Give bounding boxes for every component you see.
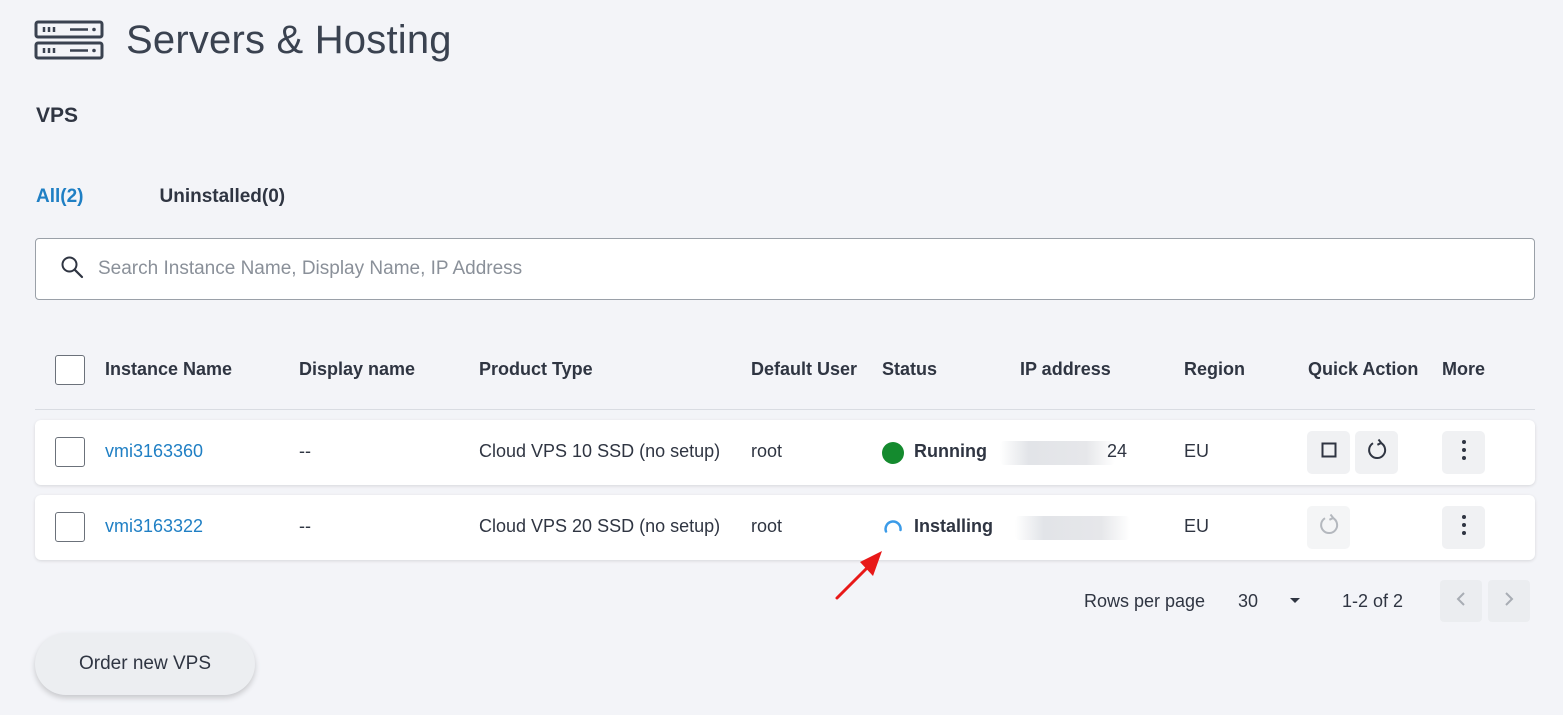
rows-per-page-label: Rows per page (1084, 591, 1206, 611)
page-header: Servers & Hosting (34, 14, 452, 66)
col-default-user[interactable]: Default User (751, 359, 857, 380)
instance-name-link[interactable]: vmi3163360 (105, 441, 203, 462)
more-vertical-icon (1461, 514, 1467, 541)
caret-down-icon (1290, 598, 1300, 603)
rows-per-page-value: 30 (1238, 590, 1259, 611)
search-box (35, 238, 1535, 300)
col-more: More (1442, 359, 1486, 379)
col-product-type[interactable]: Product Type (479, 359, 593, 380)
col-ip-address[interactable]: IP address (1020, 359, 1111, 380)
product-type: Cloud VPS 10 SSD (no setup) (479, 441, 721, 461)
search-input[interactable] (98, 258, 1534, 280)
vps-page: Servers & Hosting VPS All(2) Uninstalled… (0, 0, 1563, 715)
prev-page-button[interactable] (1440, 580, 1482, 622)
row-checkbox[interactable] (55, 437, 85, 467)
next-page-button[interactable] (1488, 580, 1530, 622)
restart-icon (1317, 513, 1341, 542)
table-row: vmi3163360 -- Cloud VPS 10 SSD (no setup… (35, 420, 1535, 485)
restart-icon (1365, 438, 1389, 467)
select-all-checkbox[interactable] (55, 355, 85, 385)
status-running-icon (882, 442, 904, 464)
stop-button[interactable] (1307, 431, 1350, 474)
ip-address-suffix: 24 (1107, 441, 1128, 461)
table-row: vmi3163322 -- Cloud VPS 20 SSD (no setup… (35, 495, 1535, 560)
chevron-right-icon (1503, 591, 1515, 612)
ip-address-redacted (1015, 516, 1130, 540)
display-name: -- (299, 441, 311, 461)
col-region[interactable]: Region (1184, 359, 1245, 380)
region: EU (1184, 441, 1210, 461)
tab-uninstalled[interactable]: Uninstalled(0) (160, 186, 286, 208)
search-icon (60, 255, 84, 284)
status-badge: Running (914, 441, 987, 461)
annotation-arrow-icon (830, 545, 890, 610)
pagination-range: 1-2 of 2 (1342, 591, 1404, 611)
col-status[interactable]: Status (882, 359, 937, 380)
more-menu-button[interactable] (1442, 431, 1485, 474)
default-user: root (751, 441, 783, 461)
region: EU (1184, 516, 1210, 536)
ip-address-redacted (1000, 441, 1115, 465)
restart-button-disabled (1307, 506, 1350, 549)
server-rack-icon (34, 20, 104, 60)
default-user: root (751, 516, 783, 536)
tab-all[interactable]: All(2) (36, 186, 84, 208)
more-menu-button[interactable] (1442, 506, 1485, 549)
tab-bar: All(2) Uninstalled(0) (36, 186, 285, 208)
order-new-vps-button[interactable]: Order new VPS (35, 633, 255, 695)
status-badge: Installing (914, 516, 994, 536)
installing-spinner-icon (882, 517, 904, 539)
section-title: VPS (36, 104, 79, 127)
col-quick-action: Quick Action (1308, 359, 1419, 379)
page-title: Servers & Hosting (126, 17, 452, 62)
more-vertical-icon (1461, 439, 1467, 466)
col-instance-name[interactable]: Instance Name (105, 359, 232, 380)
col-display-name[interactable]: Display name (299, 359, 415, 380)
stop-icon (1321, 442, 1337, 463)
instance-name-link[interactable]: vmi3163322 (105, 516, 203, 537)
table-header: Instance Name Display name Product Type … (35, 340, 1535, 410)
chevron-left-icon (1455, 591, 1467, 612)
display-name: -- (299, 516, 311, 536)
rows-per-page-select[interactable]: 30 (1238, 587, 1308, 615)
row-checkbox[interactable] (55, 512, 85, 542)
restart-button[interactable] (1355, 431, 1398, 474)
product-type: Cloud VPS 20 SSD (no setup) (479, 516, 721, 536)
